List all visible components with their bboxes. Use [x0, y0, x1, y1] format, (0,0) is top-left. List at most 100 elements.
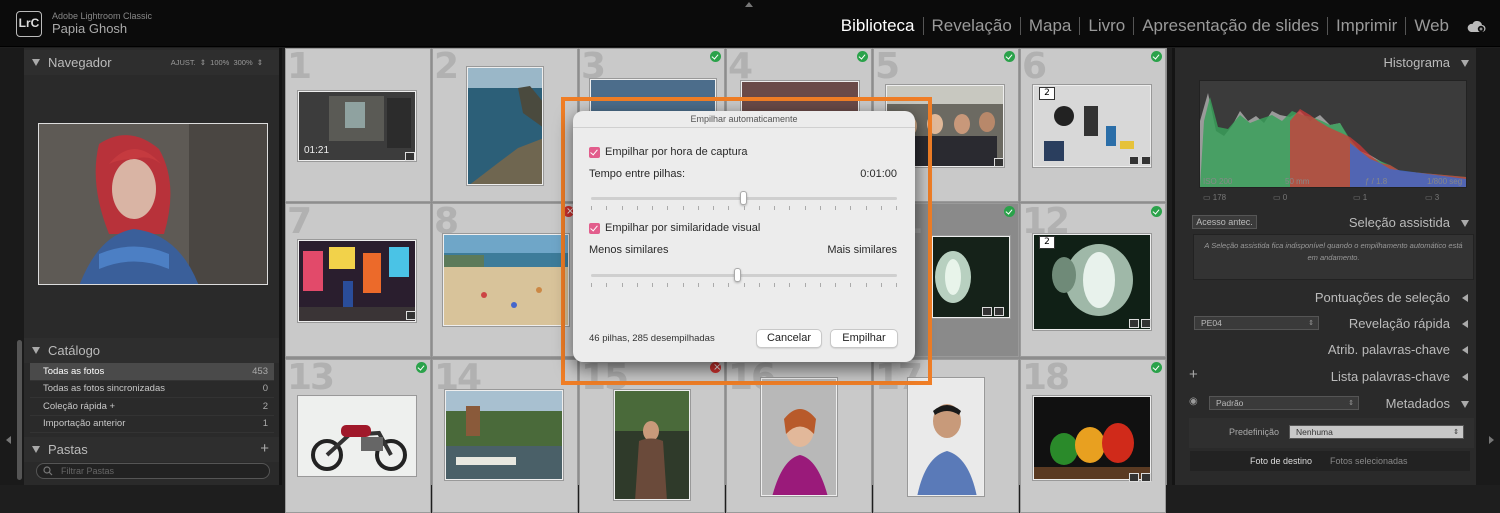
left-panel-scrollbar[interactable]	[17, 340, 22, 480]
collapse-top-panel-icon[interactable]	[745, 2, 753, 7]
tab-target-photo[interactable]: Foto de destino	[1250, 456, 1312, 466]
zoom-300[interactable]: 300% ⇕	[233, 58, 263, 67]
navigator-zoom-options: AJUST. ⇕ 100% 300% ⇕	[171, 58, 263, 67]
photo-thumbnail[interactable]	[908, 378, 984, 496]
grid-cell[interactable]: 18	[1020, 359, 1166, 513]
photo-thumbnail[interactable]	[443, 234, 569, 326]
photo-thumbnail[interactable]	[467, 67, 543, 185]
grid-cell[interactable]: 2	[432, 48, 578, 202]
pick-flag-icon[interactable]	[1004, 206, 1015, 217]
collection-icon	[1129, 156, 1139, 165]
photo-thumbnail[interactable]	[614, 390, 690, 500]
add-folder-icon[interactable]: +	[260, 440, 269, 457]
photo-thumbnail[interactable]	[1033, 396, 1151, 480]
cloud-sync-icon[interactable]	[1466, 21, 1486, 33]
eye-icon[interactable]: ◉	[1189, 396, 1198, 407]
histogram-header[interactable]: Histograma	[1189, 50, 1474, 75]
assisted-culling-header[interactable]: Acesso antec. Seleção assistida	[1189, 210, 1474, 235]
pick-flag-icon[interactable]	[857, 51, 868, 62]
module-slideshow[interactable]: Apresentação de slides	[1134, 17, 1328, 35]
time-slider-knob[interactable]	[740, 191, 747, 205]
previous-button[interactable]: Acesso antec.	[1192, 215, 1257, 229]
grid-cell[interactable]: 14	[432, 359, 578, 513]
photo-thumbnail[interactable]	[445, 390, 563, 480]
photo-thumbnail[interactable]	[932, 236, 1010, 318]
photo-thumbnail[interactable]	[761, 378, 837, 496]
grid-cell[interactable]: 6 2	[1020, 48, 1166, 202]
navigator-preview[interactable]	[38, 123, 268, 285]
right-panel-edge[interactable]	[1476, 48, 1500, 485]
expand-icon	[1462, 346, 1468, 354]
navigator-header[interactable]: Navegador AJUST. ⇕ 100% 300% ⇕	[24, 50, 279, 75]
grid-cell[interactable]: 1 01:21	[285, 48, 431, 202]
catalog-item-count: 2	[262, 400, 268, 412]
quick-develop-header[interactable]: PE04 ⇕ Revelação rápida	[1189, 311, 1474, 336]
photo-thumbnail[interactable]: 01:21	[298, 91, 416, 161]
stack-button[interactable]: Empilhar	[830, 329, 898, 348]
edit-icon	[1141, 473, 1151, 482]
photo-thumbnail[interactable]	[298, 240, 416, 322]
tab-selected-photos[interactable]: Fotos selecionadas	[1330, 456, 1408, 466]
catalog-item-label: Todas as fotos sincronizadas	[43, 383, 165, 395]
edit-icon	[994, 158, 1004, 167]
cancel-button[interactable]: Cancelar	[756, 329, 822, 348]
pick-flag-icon[interactable]	[1151, 51, 1162, 62]
grid-cell[interactable]: 7	[285, 203, 431, 357]
similarity-slider-knob[interactable]	[733, 268, 741, 282]
keyword-list-header[interactable]: + Lista palavras-chave	[1189, 364, 1474, 389]
search-icon	[43, 466, 53, 476]
zoom-100[interactable]: 100%	[210, 58, 229, 67]
collapse-left-panel-icon[interactable]	[6, 436, 11, 444]
catalog-item-synced[interactable]: Todas as fotos sincronizadas 0	[30, 381, 274, 398]
stack-count-badge[interactable]: 2	[1039, 236, 1055, 249]
assisted-culling-title: Seleção assistida	[1348, 215, 1450, 230]
module-book[interactable]: Livro	[1080, 17, 1135, 35]
collapse-icon	[1461, 60, 1469, 67]
cell-index: 18	[1022, 359, 1070, 398]
stack-by-visual-similarity-checkbox[interactable]	[589, 223, 600, 234]
module-print[interactable]: Imprimir	[1328, 17, 1407, 35]
pick-flag-icon[interactable]	[1151, 206, 1162, 217]
catalog-item-quick-collection[interactable]: Coleção rápida + 2	[30, 398, 274, 416]
stack-count-badge[interactable]: 2	[1039, 87, 1055, 100]
add-keyword-icon[interactable]: +	[1189, 366, 1198, 383]
module-map[interactable]: Mapa	[1021, 17, 1081, 35]
catalog-item-previous-import[interactable]: Importação anterior 1	[30, 416, 274, 433]
video-icon	[405, 152, 415, 161]
module-library[interactable]: Biblioteca	[833, 17, 924, 35]
similarity-slider-track[interactable]	[591, 274, 897, 277]
lrc-logo: LrC	[16, 11, 42, 37]
pick-flag-icon[interactable]	[416, 362, 427, 373]
folder-search-input[interactable]: Filtrar Pastas	[36, 463, 270, 479]
grid-cell[interactable]: 12 2	[1020, 203, 1166, 357]
photo-thumbnail[interactable]	[298, 396, 416, 476]
stack-by-capture-time-label: Empilhar por hora de captura	[605, 146, 748, 158]
zoom-fit[interactable]: AJUST. ⇕	[171, 58, 206, 67]
metadata-header[interactable]: ◉ Padrão ⇕ Metadados	[1189, 391, 1474, 416]
folders-header[interactable]: Pastas +	[24, 437, 279, 462]
pick-flag-icon[interactable]	[710, 51, 721, 62]
culling-scores-header[interactable]: Pontuações de seleção	[1189, 285, 1474, 310]
metadata-preset-dropdown[interactable]: Nenhuma ⇕	[1289, 425, 1464, 439]
time-slider-ticks	[591, 206, 897, 211]
saved-preset-dropdown[interactable]: PE04 ⇕	[1194, 316, 1319, 330]
module-picker: Biblioteca Revelação Mapa Livro Apresent…	[833, 17, 1457, 35]
grid-cell[interactable]: 8	[432, 203, 578, 357]
catalog-item-all-photos[interactable]: Todas as fotos 453	[30, 363, 274, 381]
catalog-title: Catálogo	[48, 343, 101, 358]
module-web[interactable]: Web	[1406, 17, 1457, 35]
cell-index: 13	[287, 359, 335, 398]
expand-icon	[1462, 320, 1468, 328]
pick-flag-icon[interactable]	[1004, 51, 1015, 62]
cell-index: 2	[434, 48, 459, 87]
expand-icon	[32, 347, 40, 354]
collapse-right-panel-icon[interactable]	[1489, 436, 1494, 444]
stack-by-capture-time-checkbox[interactable]	[589, 147, 600, 158]
metadata-set-dropdown[interactable]: Padrão ⇕	[1209, 396, 1359, 410]
grid-cell[interactable]: 13	[285, 359, 431, 513]
keywording-header[interactable]: Atrib. palavras-chave	[1189, 337, 1474, 362]
catalog-header[interactable]: Catálogo	[24, 338, 279, 363]
module-develop[interactable]: Revelação	[924, 17, 1021, 35]
pick-flag-icon[interactable]	[1151, 362, 1162, 373]
folders-title: Pastas	[48, 442, 88, 457]
